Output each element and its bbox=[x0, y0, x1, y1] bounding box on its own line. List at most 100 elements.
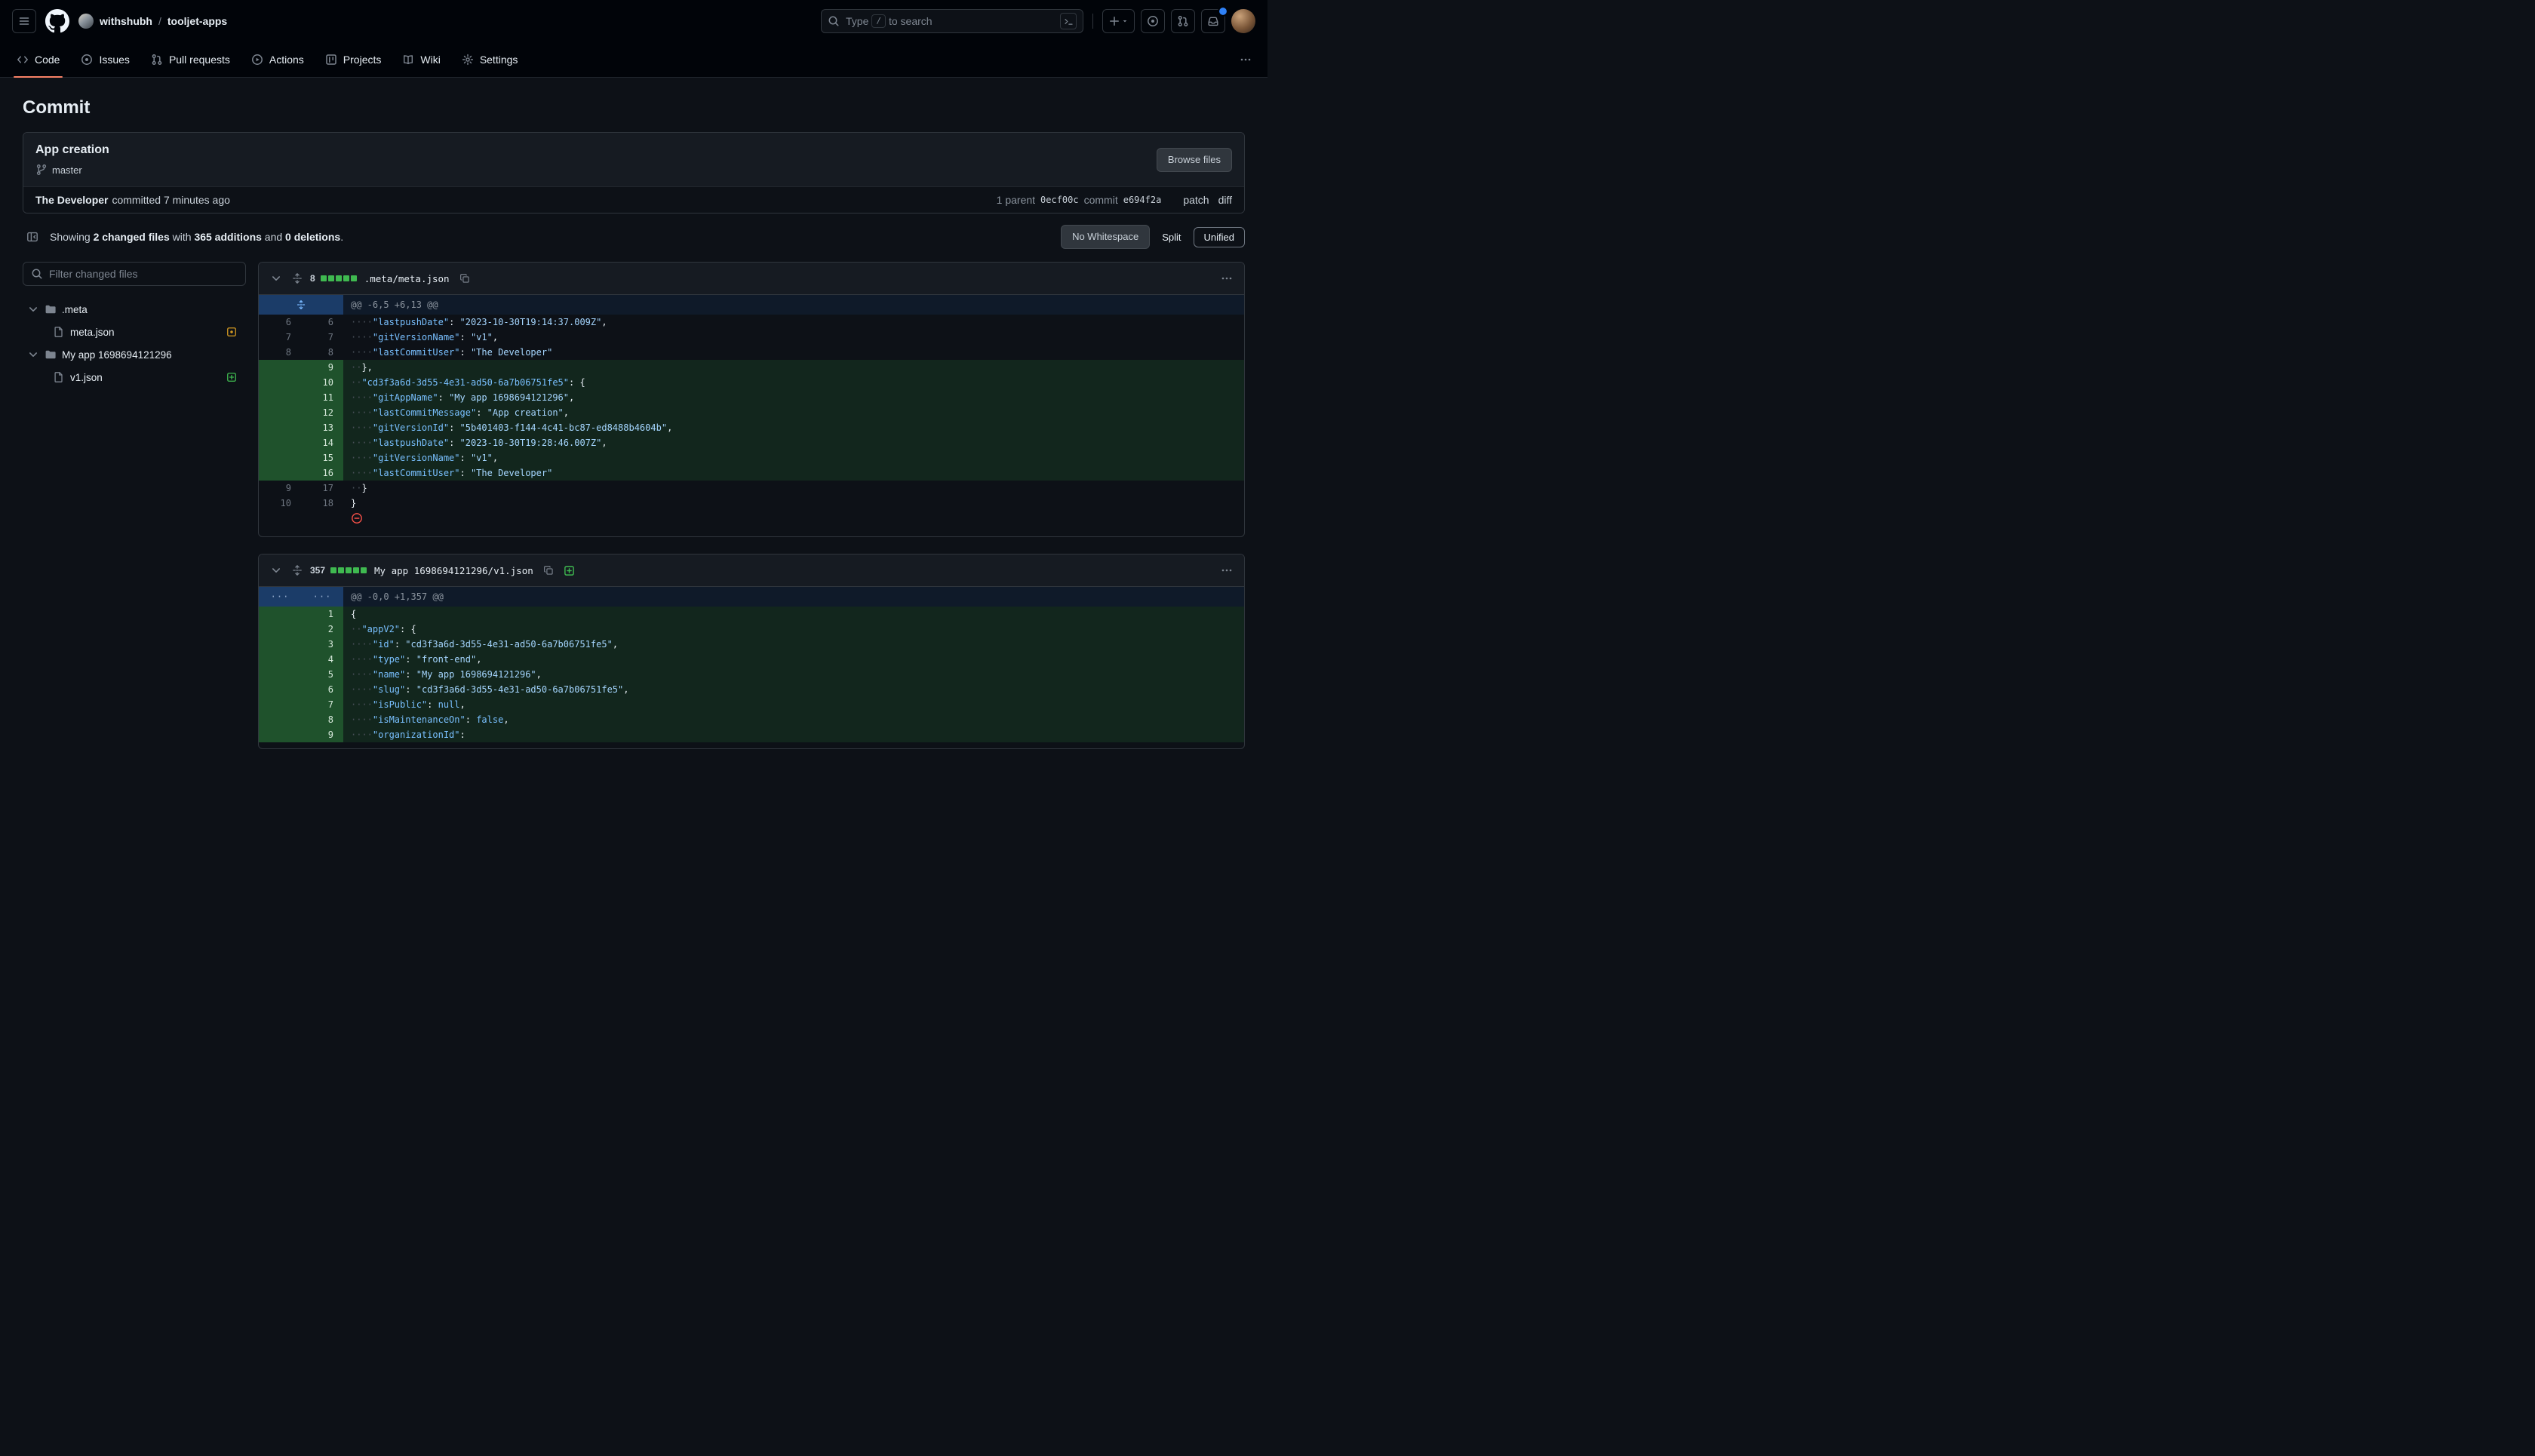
new-line-number[interactable]: 17 bbox=[301, 481, 343, 496]
file-header: 8 .meta/meta.json bbox=[259, 263, 1244, 295]
file-tree-item-my-app-1698694121296[interactable]: My app 1698694121296 bbox=[23, 343, 246, 366]
commit-author[interactable]: The Developer bbox=[35, 194, 108, 206]
file-options-button[interactable] bbox=[1217, 269, 1237, 288]
old-line-number[interactable] bbox=[259, 375, 301, 390]
new-line-number[interactable]: 15 bbox=[301, 450, 343, 465]
new-line-number[interactable]: 8 bbox=[301, 712, 343, 727]
old-line-number[interactable] bbox=[259, 465, 301, 481]
copy-icon bbox=[459, 273, 470, 284]
old-line-number[interactable] bbox=[259, 667, 301, 682]
old-line-number[interactable] bbox=[259, 652, 301, 667]
browse-files-button[interactable]: Browse files bbox=[1157, 148, 1232, 172]
old-line-number[interactable]: 10 bbox=[259, 496, 301, 511]
search-input[interactable]: Type / to search bbox=[821, 9, 1083, 33]
new-line-number[interactable]: 8 bbox=[301, 345, 343, 360]
expand-diff-icon[interactable] bbox=[291, 564, 303, 576]
new-line-number[interactable]: 16 bbox=[301, 465, 343, 481]
notifications-button[interactable] bbox=[1201, 9, 1225, 33]
new-line-number[interactable]: 12 bbox=[301, 405, 343, 420]
breadcrumb-repo[interactable]: tooljet-apps bbox=[167, 15, 227, 27]
patch-link[interactable]: patch bbox=[1183, 194, 1209, 206]
create-new-button[interactable] bbox=[1102, 9, 1135, 33]
nav-overflow-button[interactable] bbox=[1236, 50, 1255, 69]
book-icon bbox=[402, 54, 414, 66]
tab-wiki[interactable]: Wiki bbox=[392, 42, 450, 77]
diff-link[interactable]: diff bbox=[1218, 194, 1232, 206]
tab-code[interactable]: Code bbox=[6, 42, 70, 77]
tab-projects[interactable]: Projects bbox=[315, 42, 392, 77]
file-path-link[interactable]: .meta/meta.json bbox=[364, 273, 450, 284]
diff-line: 7····"isPublic": null, bbox=[259, 697, 1244, 712]
old-line-number[interactable] bbox=[259, 682, 301, 697]
new-line-number[interactable]: 1 bbox=[301, 607, 343, 622]
new-line-number[interactable]: 7 bbox=[301, 697, 343, 712]
parent-sha-link[interactable]: 0ecf00c bbox=[1040, 195, 1079, 205]
old-line-number[interactable]: 8 bbox=[259, 345, 301, 360]
file-options-button[interactable] bbox=[1217, 561, 1237, 580]
collapse-file-button[interactable] bbox=[266, 269, 286, 288]
owner-avatar[interactable] bbox=[78, 14, 94, 29]
old-line-number[interactable] bbox=[259, 712, 301, 727]
tab-pull-requests[interactable]: Pull requests bbox=[140, 42, 241, 77]
copy-path-button[interactable] bbox=[539, 561, 558, 580]
github-logo[interactable] bbox=[45, 9, 69, 33]
breadcrumb-owner[interactable]: withshubh bbox=[100, 15, 152, 27]
old-line-number[interactable]: 9 bbox=[259, 481, 301, 496]
diff-line: 1018} bbox=[259, 496, 1244, 511]
new-line-number[interactable]: 7 bbox=[301, 330, 343, 345]
file-tree-item-meta[interactable]: .meta bbox=[23, 298, 246, 321]
file-tree-item-v1-json[interactable]: v1.json bbox=[23, 366, 246, 389]
new-line-number[interactable]: 6 bbox=[301, 315, 343, 330]
copy-path-button[interactable] bbox=[455, 269, 475, 288]
hamburger-menu-button[interactable] bbox=[12, 9, 36, 33]
old-line-number[interactable] bbox=[259, 697, 301, 712]
expand-diff-icon[interactable] bbox=[291, 272, 303, 284]
new-line-number[interactable]: 11 bbox=[301, 390, 343, 405]
issues-button[interactable] bbox=[1141, 9, 1165, 33]
expand-hunk-button[interactable] bbox=[259, 295, 343, 315]
old-line-number[interactable] bbox=[259, 435, 301, 450]
new-line-number[interactable]: 13 bbox=[301, 420, 343, 435]
pull-requests-button[interactable] bbox=[1171, 9, 1195, 33]
new-line-number[interactable]: 9 bbox=[301, 360, 343, 375]
tab-label: Pull requests bbox=[169, 54, 230, 66]
old-line-number[interactable] bbox=[259, 450, 301, 465]
new-line-number[interactable]: 9 bbox=[301, 727, 343, 742]
unified-view-button[interactable]: Unified bbox=[1194, 227, 1245, 247]
new-line-number[interactable]: 14 bbox=[301, 435, 343, 450]
file-tree-item-meta-json[interactable]: meta.json bbox=[23, 321, 246, 343]
branch-indicator[interactable]: master bbox=[35, 164, 109, 176]
new-line-number[interactable]: 4 bbox=[301, 652, 343, 667]
new-line-number[interactable]: 6 bbox=[301, 682, 343, 697]
new-line-number[interactable]: 2 bbox=[301, 622, 343, 637]
old-line-number[interactable] bbox=[259, 727, 301, 742]
file-icon bbox=[53, 371, 65, 383]
filter-files-field[interactable] bbox=[23, 262, 246, 286]
collapse-file-button[interactable] bbox=[266, 561, 286, 580]
code-icon bbox=[17, 54, 29, 66]
old-line-number[interactable] bbox=[259, 390, 301, 405]
old-line-number[interactable] bbox=[259, 622, 301, 637]
old-line-number[interactable] bbox=[259, 637, 301, 652]
old-line-number[interactable] bbox=[259, 420, 301, 435]
filter-files-input[interactable] bbox=[49, 268, 238, 280]
tab-settings[interactable]: Settings bbox=[451, 42, 529, 77]
old-line-number[interactable]: 6 bbox=[259, 315, 301, 330]
tab-issues[interactable]: Issues bbox=[70, 42, 140, 77]
new-line-number[interactable]: 3 bbox=[301, 637, 343, 652]
no-whitespace-button[interactable]: No Whitespace bbox=[1061, 225, 1150, 249]
command-palette-icon[interactable] bbox=[1060, 13, 1077, 29]
file-tree-toggle-button[interactable] bbox=[23, 227, 42, 247]
new-line-number[interactable]: 10 bbox=[301, 375, 343, 390]
new-line-number[interactable]: 18 bbox=[301, 496, 343, 511]
old-line-number[interactable] bbox=[259, 405, 301, 420]
diffstat-squares bbox=[321, 275, 357, 281]
old-line-number[interactable] bbox=[259, 607, 301, 622]
old-line-number[interactable] bbox=[259, 360, 301, 375]
new-line-number[interactable]: 5 bbox=[301, 667, 343, 682]
user-avatar[interactable] bbox=[1231, 9, 1255, 33]
tab-actions[interactable]: Actions bbox=[241, 42, 315, 77]
old-line-number[interactable]: 7 bbox=[259, 330, 301, 345]
file-path-link[interactable]: My app 1698694121296/v1.json bbox=[374, 565, 533, 576]
split-view-button[interactable]: Split bbox=[1157, 228, 1185, 247]
